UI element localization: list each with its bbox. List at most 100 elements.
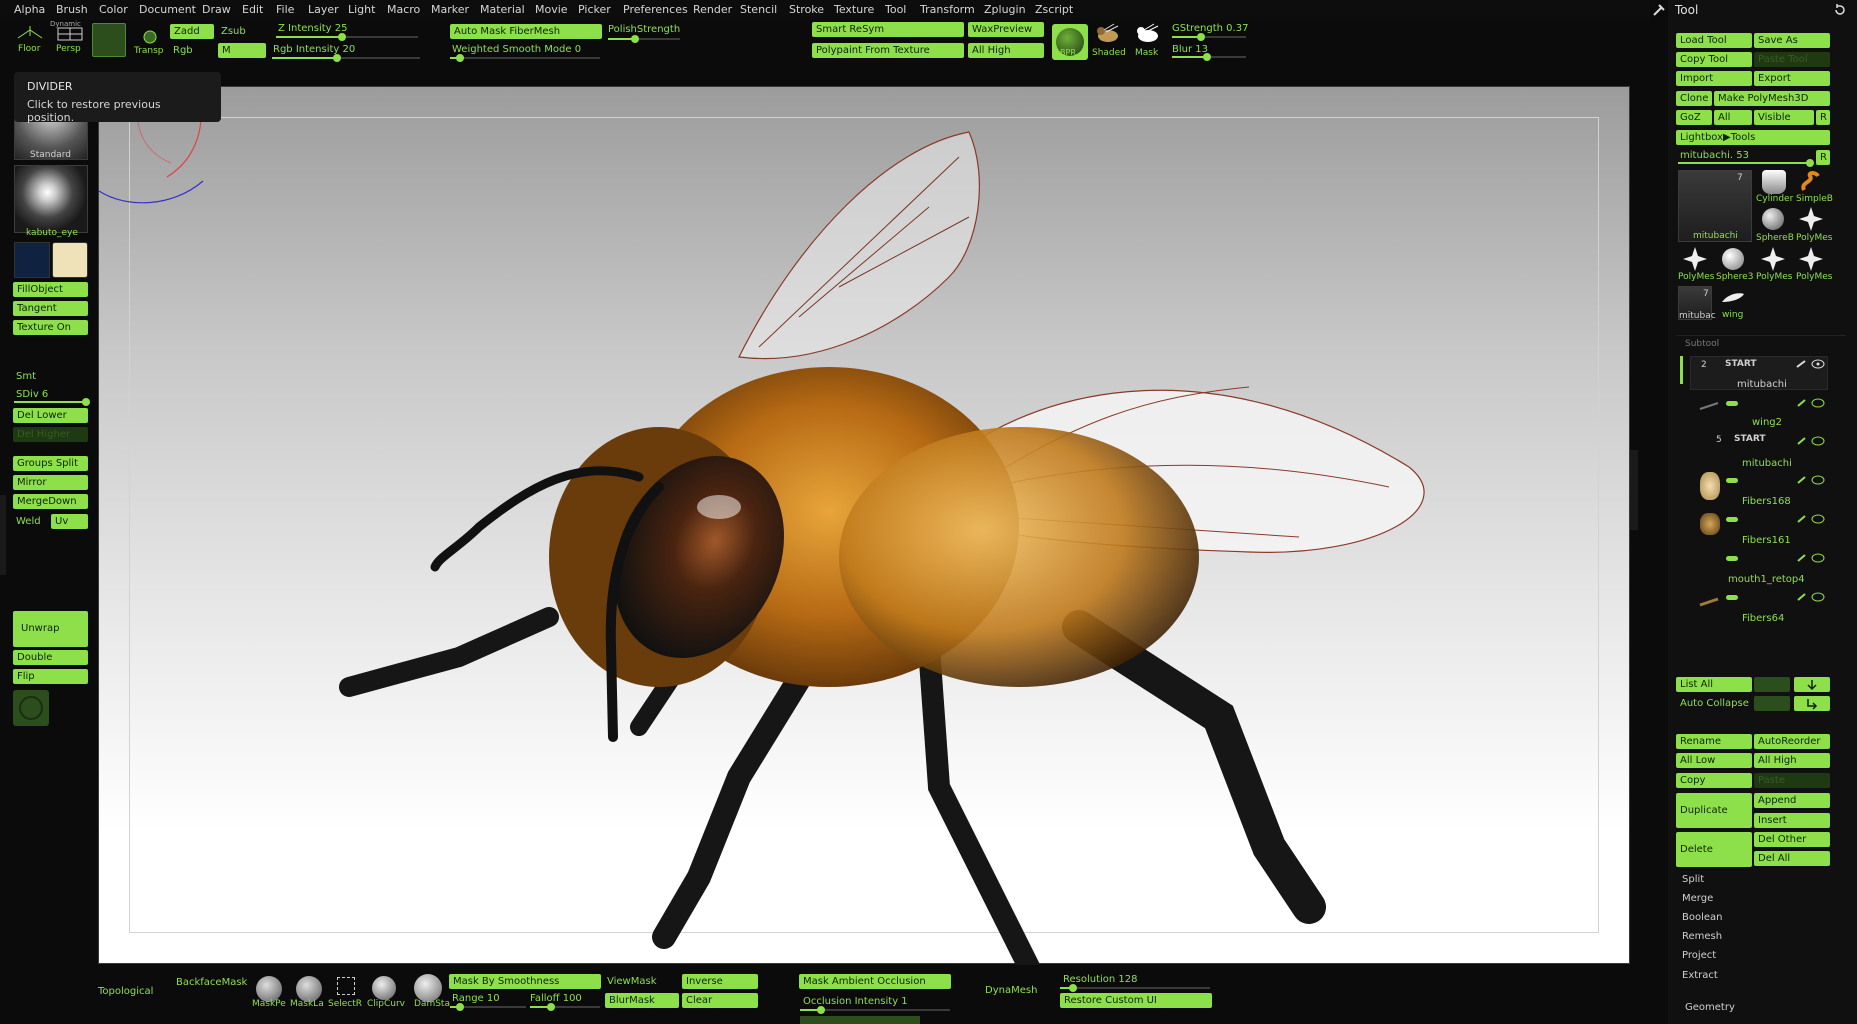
right-divider[interactable] [1630,450,1638,530]
menu-file[interactable]: File [276,3,294,16]
load-tool-button[interactable]: Load Tool [1676,33,1752,48]
current-tool-slider[interactable] [1678,159,1814,167]
goz-visible-button[interactable]: Visible [1754,110,1814,125]
cylinder-tool-icon[interactable] [1762,170,1786,194]
menu-document[interactable]: Document [139,3,196,16]
wing2-eye-icon[interactable] [1796,398,1826,408]
import-button[interactable]: Import [1676,71,1752,86]
unwrap-button[interactable]: Unwrap [13,611,88,647]
arrow-up-button[interactable] [1754,677,1790,692]
double-button[interactable]: Double [13,650,88,665]
fibers168-opacity-toggle[interactable] [1726,478,1738,483]
wing2-opacity-toggle[interactable] [1726,401,1738,406]
append-button[interactable]: Append [1754,793,1830,808]
polymesh-star-tool-icon-1[interactable] [1798,206,1824,232]
copy-tool-button[interactable]: Copy Tool [1676,52,1752,67]
sphere3d-tool-icon[interactable] [1722,248,1744,270]
mouth1-opacity-toggle[interactable] [1726,556,1738,561]
rename-button[interactable]: Rename [1676,734,1752,749]
falloff-slider[interactable] [530,1003,600,1011]
menu-zplugin[interactable]: Zplugin [984,3,1026,16]
uv-button[interactable]: Uv [51,514,88,529]
eye-visibility-icon[interactable] [1811,359,1825,369]
polymesh-star-tool-icon-3[interactable] [1760,246,1786,272]
menu-material[interactable]: Material [480,3,525,16]
wing-tool-icon[interactable] [1718,288,1748,308]
mask-button[interactable]: Mask [1132,20,1166,60]
export-button[interactable]: Export [1754,71,1830,86]
clear-button[interactable]: Clear [682,993,758,1008]
del-other-button[interactable]: Del Other [1754,832,1830,847]
view-mask-toggle[interactable]: ViewMask [607,976,657,987]
goz-all-button[interactable]: All [1714,110,1752,125]
polypaint-from-texture-button[interactable]: Polypaint From Texture [812,43,964,58]
delete-button[interactable]: Delete [1676,832,1752,867]
tool-r-button[interactable]: R [1816,150,1830,165]
auto-mask-fibermesh-button[interactable]: Auto Mask FiberMesh [450,24,602,39]
fibers64-eye-icon[interactable] [1796,592,1826,602]
smt-toggle[interactable]: Smt [16,371,36,382]
del-higher-button[interactable]: Del Higher [13,427,88,442]
menu-render[interactable]: Render [693,3,732,16]
dynamesh-button[interactable]: DynaMesh [985,985,1037,996]
main-color-swatch[interactable] [14,242,50,278]
menu-layer[interactable]: Layer [308,3,339,16]
floor-button[interactable]: Floor [14,22,46,56]
menu-zscript[interactable]: Zscript [1035,3,1073,16]
wax-preview-button[interactable]: WaxPreview [968,22,1044,37]
resolution-slider[interactable] [1060,984,1210,992]
collapse-up-button[interactable] [1754,696,1790,711]
subtool-row-mitubachi-group[interactable]: 5 START mitubachi [1690,434,1830,469]
subtool-row-fibers161[interactable]: Fibers161 [1690,511,1830,546]
brush-toggle-icon[interactable] [1795,359,1809,369]
menu-stroke[interactable]: Stroke [789,3,824,16]
del-lower-button[interactable]: Del Lower [13,408,88,423]
menu-transform[interactable]: Transform [920,3,975,16]
menu-picker[interactable]: Picker [578,3,611,16]
menu-light[interactable]: Light [348,3,375,16]
left-divider[interactable] [0,495,6,575]
mouth1-eye-icon[interactable] [1796,553,1826,563]
gstrength-slider[interactable] [1172,33,1246,41]
save-as-button[interactable]: Save As [1754,33,1830,48]
restore-icon[interactable] [1833,3,1847,17]
zsub-button[interactable]: Zsub [221,26,246,37]
menu-marker[interactable]: Marker [431,3,469,16]
polyframe-button[interactable] [13,690,49,726]
bpr-button[interactable]: BPR [1052,24,1088,60]
duplicate-button[interactable]: Duplicate [1676,793,1752,828]
make-polymesh3d-button[interactable]: Make PolyMesh3D [1714,91,1830,106]
weld-toggle[interactable]: Weld [16,516,41,527]
polish-strength-slider[interactable] [608,35,680,43]
texture-on-button[interactable]: Texture On [13,320,88,335]
subtool-row-active[interactable]: 2 START mitubachi [1690,356,1828,390]
mask-by-smoothness-button[interactable]: Mask By Smoothness [449,974,601,989]
blur-mask-button[interactable]: BlurMask [605,993,679,1008]
groups-split-button[interactable]: Groups Split [13,456,88,471]
arrow-down-button[interactable] [1794,677,1830,692]
main-tool-thumbnail[interactable]: 7 mitubachi [1678,170,1752,242]
collapse-down-button[interactable] [1794,696,1830,711]
zadd-button[interactable]: Zadd [170,24,214,39]
menu-texture[interactable]: Texture [834,3,874,16]
shaded-button[interactable]: Shaded [1092,20,1126,60]
lightbox-tools-button[interactable]: Lightbox▶Tools [1676,130,1830,145]
backface-mask-toggle[interactable]: BackfaceMask [176,977,247,988]
menu-alpha[interactable]: Alpha [14,3,45,16]
list-all-button[interactable]: List All [1676,677,1752,692]
clone-button[interactable]: Clone [1676,91,1712,106]
occlusion-intensity-slider[interactable] [800,1006,950,1014]
paste-tool-button[interactable]: Paste Tool [1754,52,1830,67]
dam-standard-icon[interactable] [414,974,442,1002]
extract-section[interactable]: Extract [1682,970,1718,981]
menu-edit[interactable]: Edit [242,3,263,16]
subtool-row-wing2[interactable]: wing2 [1690,395,1830,428]
clip-curve-icon[interactable] [372,976,396,1000]
auto-collapse-toggle[interactable]: Auto Collapse [1680,698,1749,709]
menu-movie[interactable]: Movie [535,3,568,16]
occlusion-extra-bar[interactable] [800,1016,920,1024]
merge-section[interactable]: Merge [1682,893,1713,904]
boolean-section[interactable]: Boolean [1682,912,1723,923]
menu-preferences[interactable]: Preferences [623,3,688,16]
polymesh-star-tool-icon-2[interactable] [1682,246,1708,272]
